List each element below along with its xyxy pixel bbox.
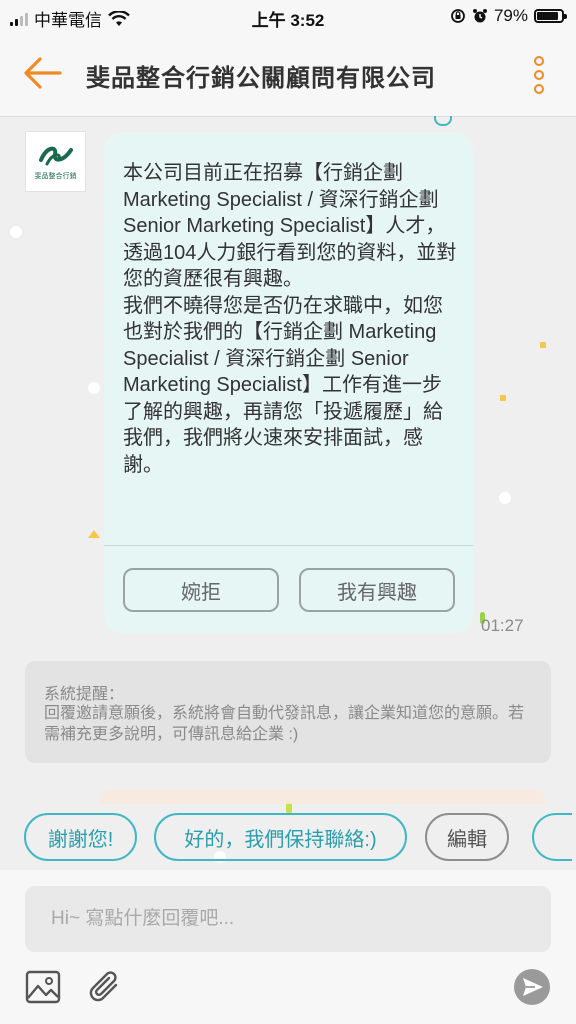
message-timestamp: 01:27 — [481, 616, 524, 635]
status-bar: 中華電信 上午 3:52 79% — [0, 0, 576, 34]
confetti-piece — [540, 342, 546, 348]
system-notice-title: 系統提醒： — [44, 686, 125, 703]
confetti-piece — [500, 395, 506, 401]
system-notice: 系統提醒： 回覆邀請意願後，系統將會自動代發訊息，讓企業知道您的意願。若需補充更… — [25, 661, 551, 763]
more-options-icon[interactable] — [534, 56, 546, 94]
back-arrow-icon[interactable] — [22, 56, 62, 90]
message-bubble: 本公司目前正在招募【行銷企劃 Marketing Specialist / 資深… — [104, 132, 473, 633]
quick-reply-bar: 謝謝您! 好的，我們保持聯絡:) 編輯 — [0, 806, 576, 868]
alarm-icon — [472, 9, 487, 23]
partial-message-preview — [100, 790, 545, 804]
page-title: 斐品整合行銷公關顧問有限公司 — [86, 65, 436, 92]
attachment-icon[interactable] — [86, 968, 124, 1006]
confetti-dot — [499, 492, 511, 504]
status-right: 79% — [450, 6, 567, 26]
interested-button[interactable]: 我有興趣 — [299, 568, 455, 612]
chat-header: 斐品整合行銷公關顧問有限公司 — [0, 34, 576, 117]
confetti-piece — [434, 116, 452, 126]
edit-quick-replies-button[interactable]: 編輯 — [425, 813, 509, 861]
image-icon[interactable] — [24, 968, 62, 1006]
confetti-dot — [88, 382, 100, 394]
quick-reply-thanks[interactable]: 謝謝您! — [24, 813, 137, 861]
message-text: 本公司目前正在招募【行銷企劃 Marketing Specialist / 資深… — [123, 162, 457, 476]
company-logo-icon — [38, 146, 73, 166]
confetti-piece — [88, 530, 100, 538]
send-icon[interactable] — [513, 968, 551, 1006]
decline-button[interactable]: 婉拒 — [123, 568, 279, 612]
company-logo-avatar[interactable]: 斐品整合行銷 — [25, 131, 86, 192]
bubble-divider — [104, 545, 473, 546]
rotation-lock-icon — [451, 9, 465, 23]
quick-reply-keep-in-touch[interactable]: 好的，我們保持聯絡:) — [154, 813, 407, 861]
system-notice-body: 回覆邀請意願後，系統將會自動代發訊息，讓企業知道您的意願。若需補充更多說明，可傳… — [44, 705, 525, 743]
logo-caption: 斐品整合行銷 — [34, 173, 77, 180]
composer-bar — [0, 870, 576, 1024]
quick-reply-overflow[interactable] — [532, 813, 572, 861]
battery-icon — [534, 9, 567, 23]
message-input[interactable] — [25, 886, 551, 952]
battery-percent: 79% — [493, 6, 528, 25]
confetti-dot — [10, 226, 22, 238]
